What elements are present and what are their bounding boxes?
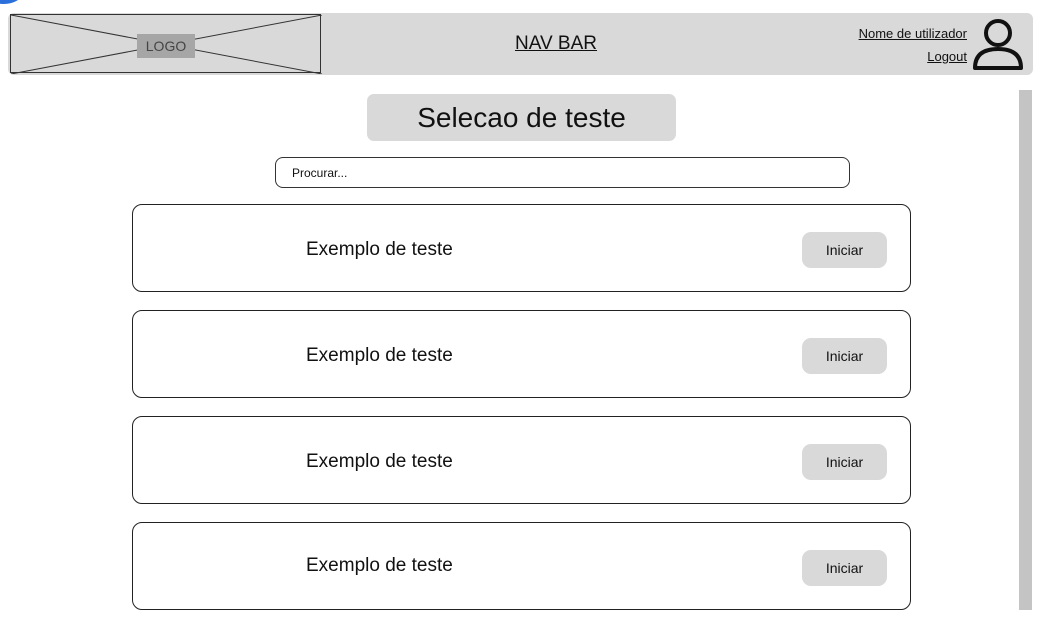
test-card: Exemplo de teste Iniciar [132,310,911,398]
test-card: Exemplo de teste Iniciar [132,416,911,504]
test-card: Exemplo de teste Iniciar [132,204,911,292]
user-name-link[interactable]: Nome de utilizador [859,26,967,41]
test-label: Exemplo de teste [306,451,453,472]
logo-label: LOGO [137,34,195,58]
vertical-scrollbar[interactable] [1019,90,1032,610]
start-test-button[interactable]: Iniciar [802,232,887,268]
nav-title[interactable]: NAV BAR [515,33,597,55]
logo-placeholder[interactable]: LOGO [10,14,322,74]
user-icon[interactable] [971,18,1025,70]
logout-link[interactable]: Logout [927,49,967,64]
test-card: Exemplo de teste Iniciar [132,522,911,610]
corner-accent [0,0,22,4]
test-label: Exemplo de teste [306,555,453,576]
start-test-button[interactable]: Iniciar [802,550,887,586]
test-label: Exemplo de teste [306,345,453,366]
start-test-button[interactable]: Iniciar [802,338,887,374]
start-test-button[interactable]: Iniciar [802,444,887,480]
test-label: Exemplo de teste [306,239,453,260]
navbar: LOGO NAV BAR Nome de utilizador Logout [8,13,1033,75]
search-input[interactable] [275,157,850,188]
page-title: Selecao de teste [367,94,676,141]
